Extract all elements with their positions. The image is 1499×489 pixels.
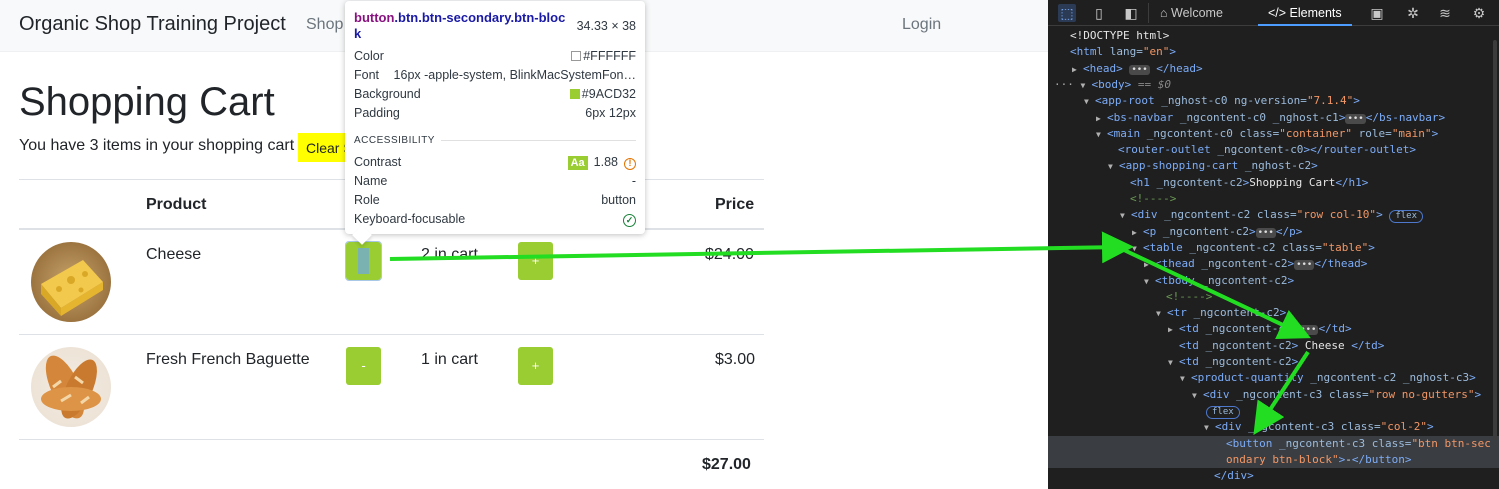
baguette-image <box>41 355 101 419</box>
tab-welcome[interactable]: ⌂ Welcome <box>1160 0 1223 26</box>
console-icon[interactable]: ▣ <box>1368 4 1386 22</box>
dom-line-body[interactable]: ··· ▼ <body> == $0 <box>1048 77 1499 93</box>
page-title: Shopping Cart <box>19 80 275 124</box>
column-header-product: Product <box>146 196 207 213</box>
color-swatch <box>569 89 580 99</box>
dom-line[interactable]: ▶ <p _ngcontent-c2> ••• </p> <box>1048 224 1499 240</box>
dom-line[interactable]: <!----> <box>1048 289 1499 305</box>
decrease-quantity-button[interactable] <box>345 241 382 281</box>
cheese-image <box>41 260 103 316</box>
tooltip-dimensions: 34.33 × 38 <box>576 19 636 33</box>
dom-line[interactable]: ▼ <product-quantity _ngcontent-c2 _nghost… <box>1048 370 1499 386</box>
dom-line[interactable]: ▼ <td _ngcontent-c2> <box>1048 354 1499 370</box>
tooltip-row-role: Role button <box>354 193 636 207</box>
warning-icon: ! <box>624 158 636 170</box>
dom-line-selected-button[interactable]: <button _ngcontent-c3 class="btn btn-sec <box>1048 435 1499 452</box>
nav-link-shop[interactable]: Shop <box>306 16 343 34</box>
toolbar-separator <box>1148 3 1149 23</box>
dom-line[interactable]: ▼ <div _ngcontent-c3 class="row no-gutter… <box>1048 387 1499 403</box>
flex-badge[interactable]: flex <box>1389 210 1423 224</box>
tooltip-row-padding: Padding 6px 12px <box>354 106 636 120</box>
network-wifi-icon[interactable]: ≋ <box>1436 4 1454 22</box>
product-thumbnail-baguette <box>31 347 111 427</box>
dom-line-selected-button[interactable]: ondary btn-block">-</button> <box>1048 451 1499 469</box>
devtools-panel: ⬚ ▯ ◧ ⌂ Welcome </> Elements ▣ ✲ ≋ ⚙ <!D… <box>1048 0 1499 489</box>
tooltip-row-background: Background #9ACD32 <box>354 87 636 101</box>
product-price: $24.00 <box>705 246 754 263</box>
dom-line[interactable]: <router-outlet _ngcontent-c0></router-ou… <box>1048 142 1499 158</box>
row-divider <box>19 439 764 440</box>
decrease-quantity-button[interactable]: - <box>346 347 381 385</box>
product-price: $3.00 <box>715 351 756 368</box>
code-icon: </> <box>1268 6 1290 20</box>
tooltip-element-selector: button.btn.btn-secondary.btn-bloc k <box>354 10 566 41</box>
dom-line[interactable]: flex <box>1048 403 1499 419</box>
bug-icon[interactable]: ✲ <box>1404 4 1422 22</box>
device-emulation-icon[interactable]: ▯ <box>1090 4 1108 22</box>
tab-elements[interactable]: </> Elements <box>1258 0 1352 26</box>
dom-line[interactable]: <h1 _ngcontent-c2>Shopping Cart</h1> <box>1048 175 1499 191</box>
checkmark-icon: ✓ <box>623 214 636 227</box>
tooltip-row-contrast: Contrast Aa 1.88! <box>354 155 636 173</box>
tooltip-row-name: Name - <box>354 174 636 188</box>
dom-line[interactable]: ▼ <tbody _ngcontent-c2> <box>1048 273 1499 289</box>
dom-line[interactable]: ▼ <div _ngcontent-c2 class="row col-10"> … <box>1048 207 1499 224</box>
home-icon: ⌂ <box>1160 6 1172 20</box>
dom-line[interactable]: ▶ <thead _ngcontent-c2> ••• </thead> <box>1048 256 1499 272</box>
dom-line[interactable]: ▶ <td _ngcontent-c2> ••• </td> <box>1048 321 1499 337</box>
nav-link-login[interactable]: Login <box>902 16 941 34</box>
app-viewport: Organic Shop Training Project Shop Login… <box>0 0 1048 489</box>
product-name: Cheese <box>146 246 202 263</box>
tooltip-row-focusable: Keyboard-focusable ✓ <box>354 212 636 230</box>
dom-line[interactable]: <html lang="en"> <box>1048 44 1499 60</box>
flex-badge[interactable]: flex <box>1206 405 1240 419</box>
cart-count-text: You have 3 items in your shopping cart <box>19 137 295 154</box>
padding-highlight <box>358 248 369 274</box>
dom-line[interactable]: <td _ngcontent-c2> Cheese </td> <box>1048 338 1499 354</box>
navbar-brand[interactable]: Organic Shop Training Project <box>19 13 286 36</box>
quantity-label: 1 in cart <box>421 351 478 368</box>
devtools-scrollbar[interactable] <box>1493 40 1497 440</box>
column-header-price: Price <box>715 196 755 213</box>
dom-line[interactable]: ▼ <main _ngcontent-c0 class="container" r… <box>1048 126 1499 142</box>
dock-side-icon[interactable]: ◧ <box>1122 4 1140 22</box>
increase-quantity-button[interactable]: + <box>518 242 553 280</box>
cart-total: $27.00 <box>702 456 751 473</box>
quantity-label: 2 in cart <box>421 246 478 263</box>
dom-line[interactable]: ▼ <app-shopping-cart _nghost-c2> <box>1048 158 1499 174</box>
dom-line[interactable]: ▼ <tr _ngcontent-c2> <box>1048 305 1499 321</box>
dom-line[interactable]: <!DOCTYPE html> <box>1048 28 1499 44</box>
collapsed-ellipsis[interactable]: ••• <box>1129 64 1150 75</box>
tooltip-row-color: Color #FFFFFF <box>354 49 636 63</box>
dom-line[interactable]: ▼ <table _ngcontent-c2 class="table"> <box>1048 240 1499 256</box>
dom-line[interactable]: ▼ <app-root _nghost-c0 ng-version="7.1.4"… <box>1048 93 1499 109</box>
contrast-badge: Aa <box>567 156 588 170</box>
dom-line[interactable]: </div> <box>1048 468 1499 484</box>
dom-line[interactable]: ▶ <bs-navbar _ngcontent-c0 _nghost-c1> •••… <box>1048 110 1499 126</box>
product-name: Fresh French Baguette <box>146 351 310 368</box>
tooltip-row-font: Font 16px -apple-system, BlinkMacSystemF… <box>354 68 636 82</box>
dom-line[interactable]: <!----> <box>1048 191 1499 207</box>
devtools-toolbar: ⬚ ▯ ◧ ⌂ Welcome </> Elements ▣ ✲ ≋ ⚙ <box>1048 0 1499 26</box>
product-thumbnail-cheese <box>31 242 111 322</box>
row-divider <box>19 334 764 335</box>
increase-quantity-button[interactable]: + <box>518 347 553 385</box>
performance-icon[interactable]: ⚙ <box>1470 4 1488 22</box>
dom-line[interactable]: ▶ <head> ••• </head> <box>1048 61 1499 77</box>
color-swatch <box>571 51 582 61</box>
dom-line[interactable]: ▼ <div _ngcontent-c3 class="col-2"> <box>1048 419 1499 435</box>
inspect-tooltip: button.btn.btn-secondary.btn-bloc k 34.33… <box>345 1 645 234</box>
inspect-element-icon[interactable]: ⬚ <box>1058 4 1076 22</box>
tooltip-section-accessibility: ACCESSIBILITY <box>354 135 441 146</box>
